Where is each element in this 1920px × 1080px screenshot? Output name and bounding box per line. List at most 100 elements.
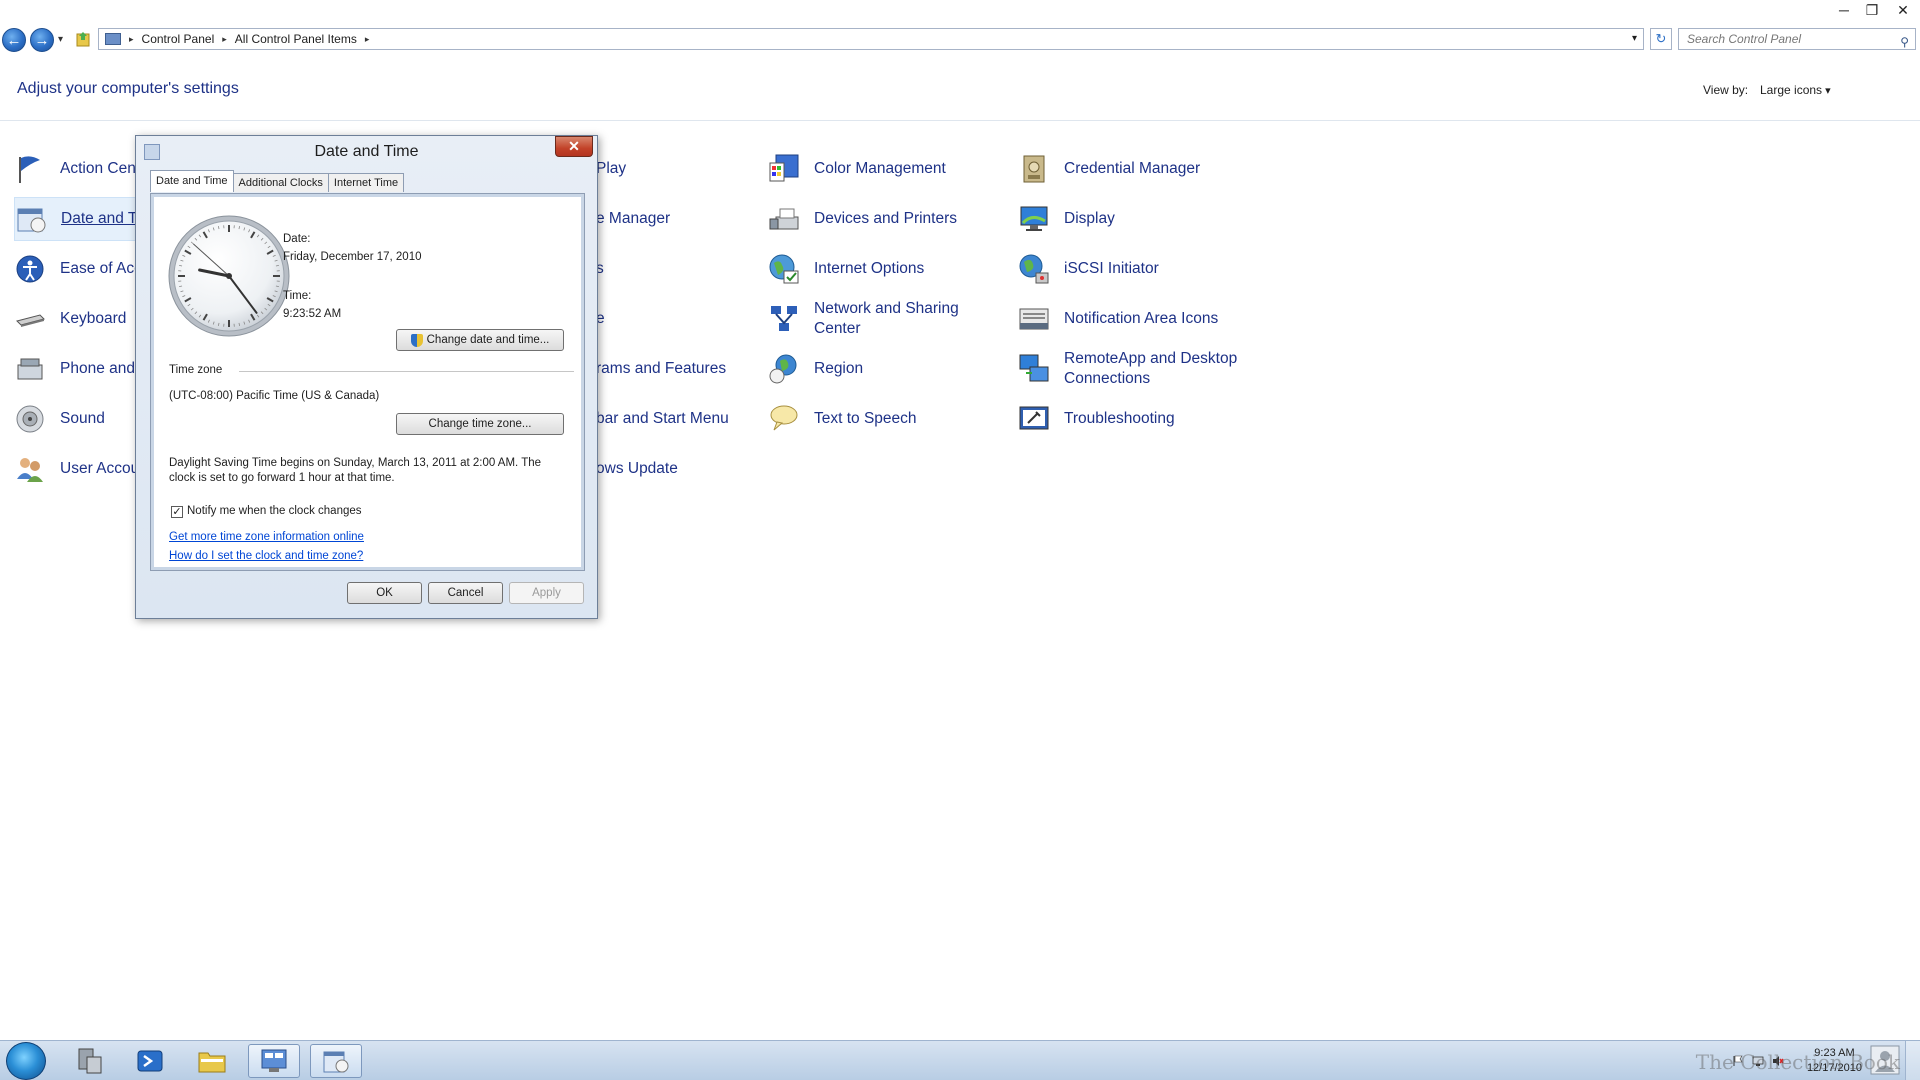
recent-folder-icon[interactable] [76,31,90,47]
cp-item-remoteapp-and-desktop-connections[interactable]: RemoteApp and Desktop Connections [1018,347,1254,391]
timezone-value: (UTC-08:00) Pacific Time (US & Canada) [169,390,380,402]
remote-desktop-icon [1019,354,1049,382]
breadcrumb-separator-icon[interactable]: ▸ [129,34,134,45]
change-time-zone-button[interactable]: Change time zone... [396,413,564,435]
speech-bubble-icon [770,405,798,431]
breadcrumb-separator-icon[interactable]: ▸ [222,34,227,45]
date-value: Friday, December 17, 2010 [283,251,422,263]
search-icon[interactable]: ⚲ [1900,32,1909,52]
cp-label: Color Management [814,160,946,177]
cp-item-date-and-time[interactable]: Date and T [14,197,138,241]
show-desktop-button[interactable] [1905,1041,1920,1080]
breadcrumb-all-items[interactable]: All Control Panel Items [235,32,357,46]
cp-label: Sound [60,410,105,427]
dialog-close-button[interactable]: ✕ [555,136,593,157]
timezone-label: Time zone [169,364,223,376]
cp-item-region[interactable]: Region [768,347,863,391]
address-dropdown-icon[interactable]: ▾ [1632,33,1637,44]
search-placeholder: Search Control Panel [1687,32,1802,46]
dialog-title: Date and Time [314,143,419,160]
cp-label: Date and T [61,210,138,227]
troubleshooting-icon [1019,406,1049,430]
calendar-clock-icon [17,208,46,233]
restore-button[interactable]: ❐ [1858,0,1886,20]
cp-item-devices-and-printers[interactable]: Devices and Printers [768,197,957,241]
taskbar-explorer[interactable] [186,1044,238,1078]
cp-item-device-manager[interactable]: e Manager [596,197,670,241]
cp-item-credential-manager[interactable]: Credential Manager [1018,147,1200,191]
cp-label: Troubleshooting [1064,410,1175,427]
uac-shield-icon [410,333,423,347]
taskbar-powershell[interactable] [124,1044,176,1078]
timezone-divider [239,371,574,372]
breadcrumb-separator-icon[interactable]: ▸ [365,34,370,45]
minimize-button[interactable]: ─ [1830,0,1858,20]
notify-checkbox[interactable]: ✓ [171,506,183,518]
cp-item-iscsi-initiator[interactable]: iSCSI Initiator [1018,247,1159,291]
ok-button[interactable]: OK [347,582,422,604]
vault-icon [1023,155,1045,183]
cp-item-internet-options[interactable]: Internet Options [768,247,924,291]
taskbar-server-manager[interactable] [62,1044,114,1078]
start-button[interactable] [6,1042,46,1080]
cp-label: RemoteApp and Desktop Connections [1064,350,1238,387]
cp-item-programs-and-features[interactable]: rams and Features [596,347,726,391]
powershell-icon [137,1050,163,1072]
cancel-button[interactable]: Cancel [428,582,503,604]
cp-label: Phone and [60,360,135,377]
cp-label: Region [814,360,864,377]
cp-label: Network and Sharing Center [814,300,959,337]
tab-additional-clocks[interactable]: Additional Clocks [232,173,329,192]
cp-item-autoplay[interactable]: Play [596,147,626,191]
watermark: The Collection Book [1695,1050,1900,1074]
cp-item-text-to-speech[interactable]: Text to Speech [768,397,917,441]
keyboard-icon [16,314,45,327]
change-date-and-time-button[interactable]: Change date and time... [396,329,564,351]
more-timezone-info-link[interactable]: Get more time zone information online [169,531,364,543]
cp-label: Keyboard [60,310,127,327]
taskbar-date-and-time[interactable] [310,1044,362,1078]
cp-label: Play [596,160,627,177]
server-manager-icon [78,1048,102,1074]
navigation-bar: ← → ▾ ▸ Control Panel ▸ All Control Pane… [0,28,1920,52]
tab-internet-time[interactable]: Internet Time [327,173,405,192]
date-and-time-dialog: Date and Time ✕ Date and Time Additional… [135,135,598,619]
tab-date-and-time[interactable]: Date and Time [150,170,234,192]
dst-info-line-1: Daylight Saving Time begins on Sunday, M… [169,457,542,469]
notify-checkbox-label[interactable]: Notify me when the clock changes [187,505,362,517]
iscsi-globe-icon [1019,254,1049,284]
close-window-button[interactable]: ✕ [1886,0,1920,20]
view-by-dropdown[interactable]: Large icons [1760,83,1831,97]
address-bar[interactable]: ▸ Control Panel ▸ All Control Panel Item… [98,28,1644,50]
taskbar-control-panel[interactable] [248,1044,300,1078]
window-controls: ─ ❐ ✕ [1830,0,1920,22]
cp-item-troubleshooting[interactable]: Troubleshooting [1018,397,1175,441]
date-label: Date: [283,233,311,245]
analog-clock [168,215,290,337]
search-input[interactable]: Search Control Panel ⚲ [1678,28,1916,50]
cp-item-display[interactable]: Display [1018,197,1115,241]
apply-label: Apply [532,587,561,599]
apply-button[interactable]: Apply [509,582,584,604]
refresh-button[interactable]: ↻ [1650,28,1672,50]
cp-label: Action Cen [60,160,136,177]
cp-label: Notification Area Icons [1064,310,1219,327]
cp-item-windows-update[interactable]: ows Update [596,447,678,491]
cancel-label: Cancel [447,587,484,599]
breadcrumb-control-panel[interactable]: Control Panel [142,32,215,46]
cp-item-network-and-sharing-center[interactable]: Network and Sharing Center [768,297,974,341]
view-by-label: View by: [1703,83,1749,97]
cp-label: Devices and Printers [814,210,958,227]
cp-item-color-management[interactable]: Color Management [768,147,946,191]
control-panel-icon [105,33,121,45]
cp-item-notification-area-icons[interactable]: Notification Area Icons [1018,297,1218,341]
cp-item-taskbar-and-start-menu[interactable]: bar and Start Menu [596,397,729,441]
region-globe-icon [769,354,797,384]
cp-label: Internet Options [814,260,925,277]
recent-pages-dropdown-icon[interactable]: ▾ [58,34,63,45]
back-button[interactable]: ← [2,28,26,52]
how-to-set-clock-link[interactable]: How do I set the clock and time zone? [169,550,363,562]
page-title: Adjust your computer's settings [17,80,239,97]
forward-button[interactable]: → [30,28,54,52]
phone-icon [17,358,43,380]
